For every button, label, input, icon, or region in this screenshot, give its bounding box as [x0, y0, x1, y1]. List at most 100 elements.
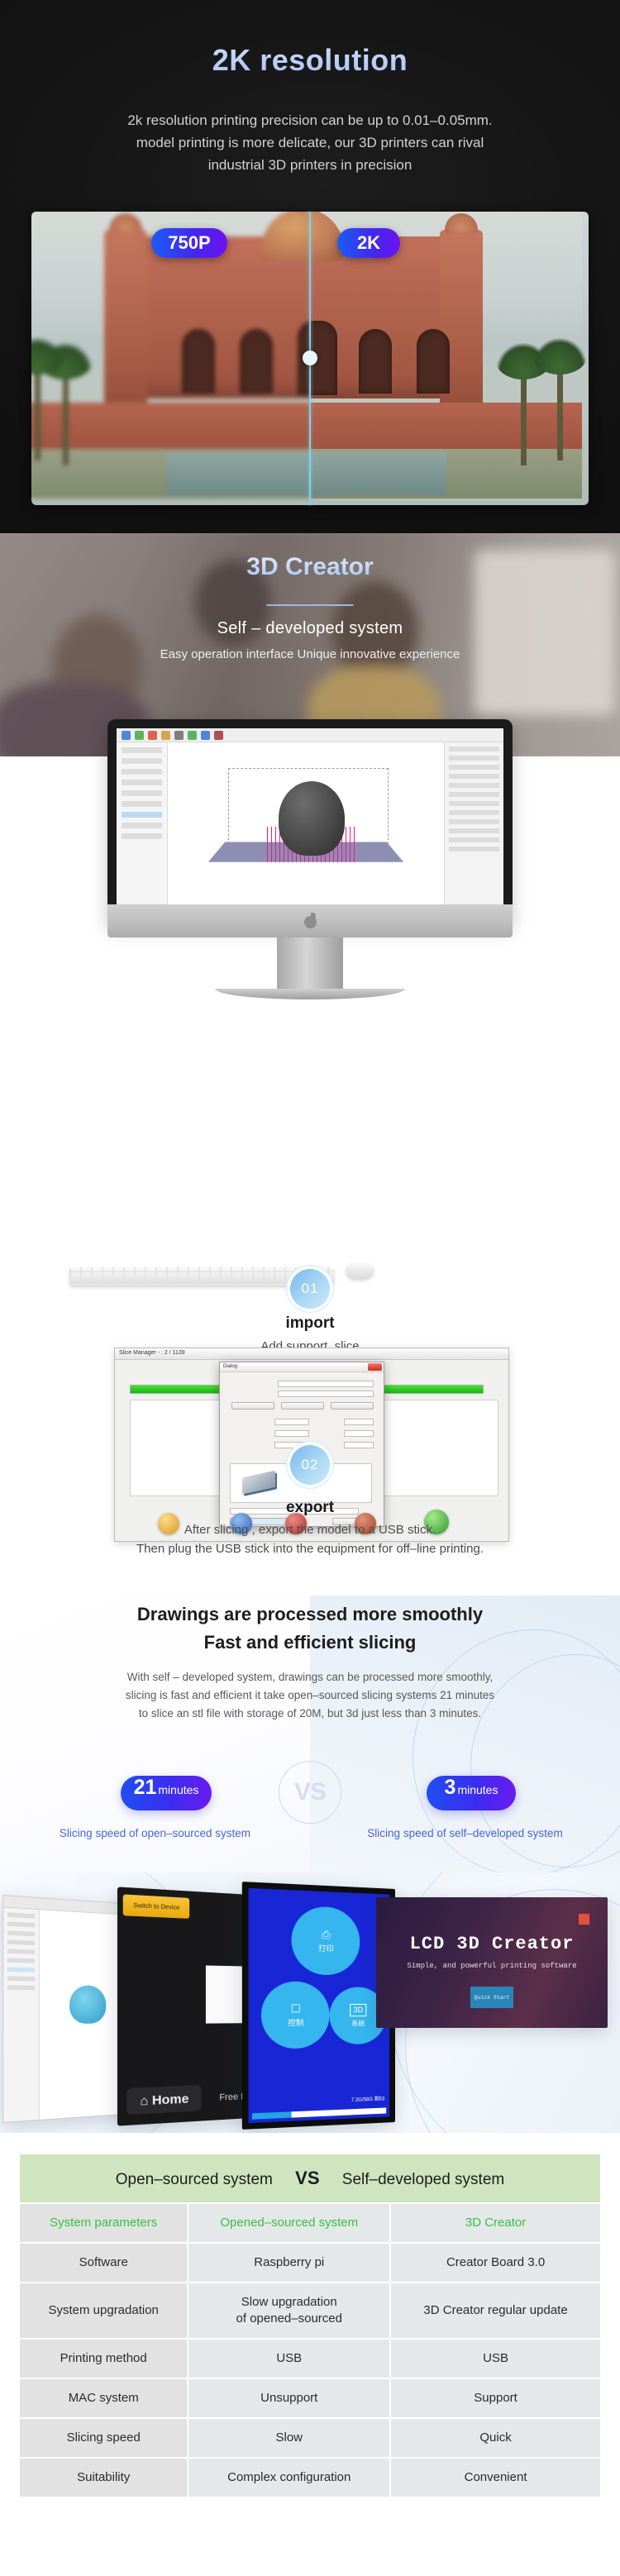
dialog-select[interactable] [278, 1381, 374, 1387]
mouse [346, 1262, 374, 1279]
panel-row[interactable] [449, 828, 499, 833]
row-parameter: System parameters [20, 2204, 188, 2242]
control-button[interactable]: ☐ 控制 [260, 1981, 330, 2049]
sidebar-row[interactable] [7, 1930, 36, 1937]
hero-2k-section: 2K resolution 2k resolution printing pre… [0, 0, 620, 533]
dialog-delete-button[interactable] [281, 1402, 324, 1410]
panel-row[interactable] [449, 783, 499, 788]
dialog-save-button[interactable] [331, 1402, 374, 1410]
quick-start-button[interactable]: Quick Start [470, 1987, 513, 2008]
panel-row[interactable] [449, 774, 499, 779]
table-body: System parameters Opened–sourced system 3D… [20, 2204, 600, 2497]
table-header-row: Open–sourced system VS Self–developed sy… [20, 2154, 600, 2202]
switch-to-device-tag[interactable]: Switch to Device [122, 1894, 190, 1919]
panel-row[interactable] [449, 747, 499, 751]
blue-touchscreen-device: ⎙ 打印 ☐ 控制 3D 系统 7.3G/58G 剩53 [241, 1882, 395, 2130]
panel-row[interactable] [122, 801, 162, 807]
sidebar-row-selected[interactable] [7, 1967, 36, 1973]
pill-value: 21 [133, 1776, 157, 1799]
device-lineup-section: Switch to Device ⌂ Home Free Disk ⎙ 打印 ☐… [0, 1872, 620, 2133]
palm-trunk [63, 366, 69, 465]
row-self-developed: Quick [391, 2419, 600, 2457]
panel-row[interactable] [449, 819, 499, 824]
dialog-field[interactable] [274, 1419, 309, 1425]
fort-arch [182, 329, 215, 394]
sidebar-row[interactable] [7, 1939, 36, 1946]
toolbar-icon[interactable] [148, 731, 157, 740]
toolbar-icon[interactable] [174, 731, 184, 740]
software-card-subtitle: Simple, and powerful printing software [407, 1962, 577, 1970]
row-parameter: Software [20, 2244, 188, 2282]
panel-row[interactable] [122, 780, 162, 785]
panel-row[interactable] [449, 810, 499, 815]
sidebar-row[interactable] [7, 1985, 36, 1991]
dialog-field[interactable] [344, 1419, 374, 1425]
panel-row[interactable] [122, 758, 162, 764]
dialog-field[interactable] [278, 1391, 374, 1397]
panel-row-selected[interactable] [122, 812, 162, 818]
badge-750p: 750P [151, 228, 227, 258]
panel-row[interactable] [122, 790, 162, 796]
panel-row[interactable] [449, 756, 499, 761]
dialog-title: Dialog [220, 1362, 384, 1372]
print-button[interactable]: ⎙ 打印 [291, 1906, 360, 1976]
panel-row[interactable] [449, 765, 499, 770]
dialog-field[interactable] [344, 1442, 374, 1448]
panel-row[interactable] [122, 823, 162, 828]
step-badge-01: 01 [290, 1269, 330, 1309]
comparison-slider-handle[interactable] [303, 351, 317, 365]
workflow-steps-section: 01 import Add support, slice Slice Manag… [0, 719, 620, 1596]
pill-open-sourced-time: 21 minutes [121, 1776, 212, 1810]
row-self-developed: Convenient [391, 2459, 600, 2497]
panel-row[interactable] [449, 837, 499, 842]
toolbar-icon[interactable] [188, 731, 197, 740]
dialog-close-icon[interactable] [368, 1363, 382, 1371]
dialog-field[interactable] [274, 1430, 309, 1437]
home-label: Home [151, 2091, 189, 2108]
sidebar-row[interactable] [7, 1921, 36, 1928]
dialog-add-button[interactable] [231, 1402, 274, 1410]
toolbar-icon[interactable] [214, 731, 223, 740]
creator-tagline: Easy operation interface Unique innovati… [160, 647, 460, 661]
title-divider [266, 604, 354, 606]
system-icon: 3D [350, 2003, 367, 2016]
row-self-developed: Support [391, 2379, 600, 2417]
toolbar-icon[interactable] [135, 731, 144, 740]
step-description-02: After slicing , export the model to a US… [136, 1523, 484, 1556]
panel-row[interactable] [122, 769, 162, 775]
touchscreen-ui: ⎙ 打印 ☐ 控制 3D 系统 7.3G/58G 剩53 [248, 1887, 390, 2124]
toolbar-icon[interactable] [122, 731, 131, 740]
palm-trunk [557, 361, 563, 460]
speed-body-text: With self – developed system, drawings c… [125, 1671, 495, 1720]
row-parameter: Slicing speed [20, 2419, 188, 2457]
palm-trunk [35, 361, 41, 460]
toolbar-icon[interactable] [201, 731, 210, 740]
fort-arch [240, 329, 273, 394]
home-button[interactable]: ⌂ Home [126, 2085, 202, 2116]
row-open-sourced: USB [188, 2340, 390, 2378]
device-sidebar [3, 1907, 40, 2122]
panel-row[interactable] [122, 747, 162, 753]
row-parameter: Suitability [20, 2459, 188, 2497]
panel-row[interactable] [449, 801, 499, 806]
imac-stand-neck [277, 937, 343, 989]
panel-row[interactable] [122, 833, 162, 839]
palm-fronds [532, 338, 587, 374]
badge-2k: 2K [337, 228, 400, 258]
progress-fill [251, 2111, 292, 2120]
sidebar-row[interactable] [7, 1958, 36, 1963]
close-icon[interactable] [579, 1914, 589, 1925]
row-self-developed: 3D Creator regular update [391, 2283, 600, 2338]
sidebar-row[interactable] [7, 1976, 36, 1982]
header-open-sourced: Open–sourced system [115, 2171, 273, 2188]
panel-row[interactable] [449, 792, 499, 797]
panel-row[interactable] [449, 847, 499, 852]
toolbar-icon[interactable] [161, 731, 170, 740]
software-3d-viewport[interactable] [168, 742, 444, 904]
pill-value: 3 [444, 1776, 456, 1799]
sidebar-row[interactable] [7, 1949, 36, 1954]
dialog-field[interactable] [344, 1430, 374, 1437]
row-self-developed: USB [391, 2340, 600, 2378]
sidebar-row[interactable] [7, 1912, 36, 1919]
speed-heading-line2: Fast and efficient slicing [203, 1632, 417, 1653]
